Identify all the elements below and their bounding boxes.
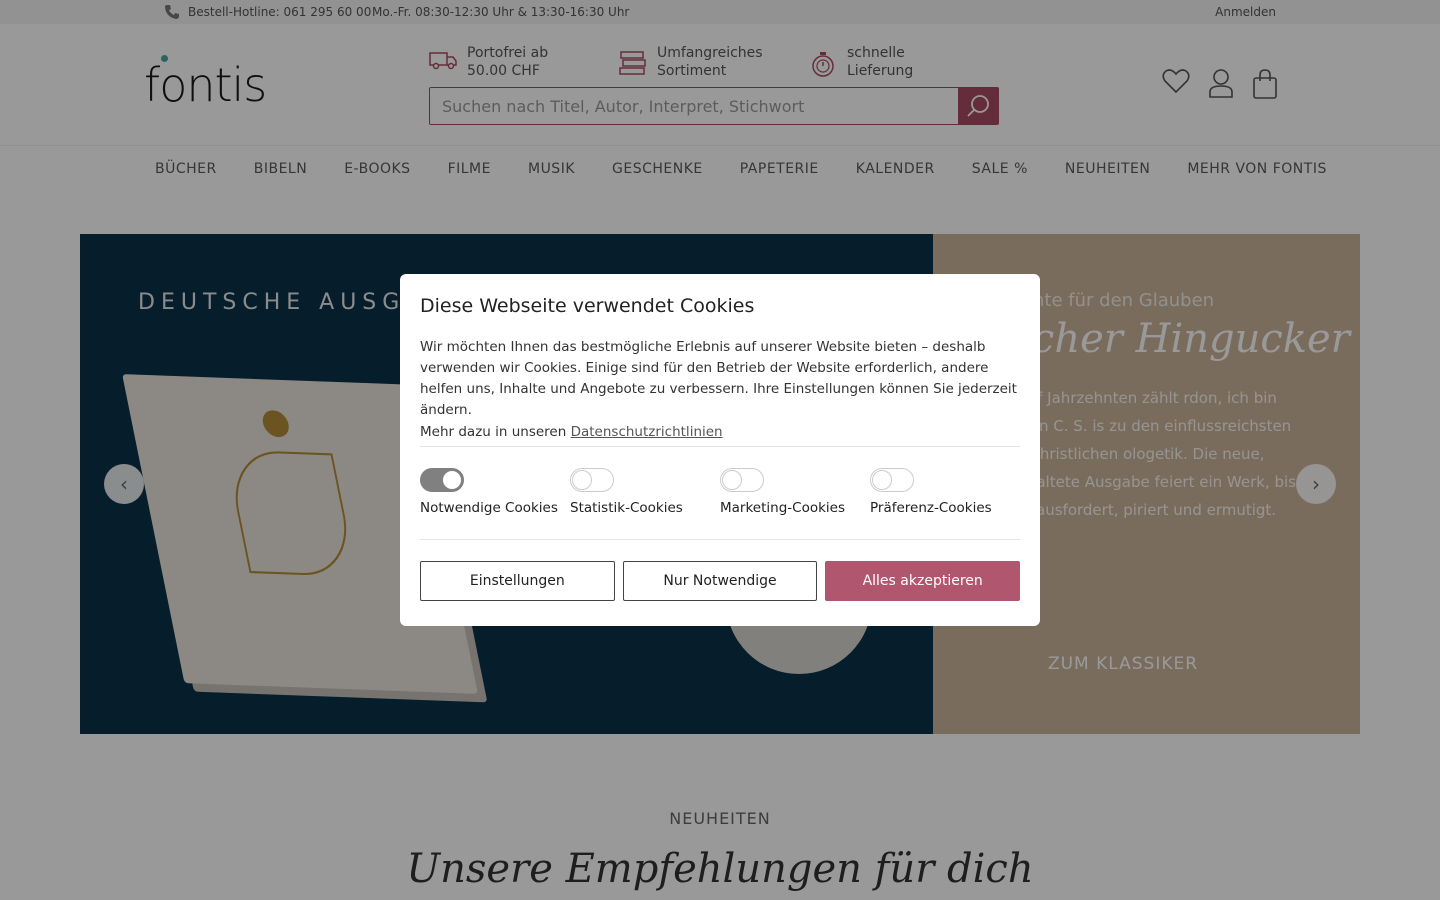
toggle-marketing: Marketing-Cookies bbox=[720, 468, 870, 516]
cookie-more: Mehr dazu in unseren Datenschutzrichtlin… bbox=[420, 424, 1020, 440]
switch-knob bbox=[442, 470, 462, 490]
switch-knob bbox=[572, 470, 592, 490]
divider bbox=[420, 446, 1020, 447]
switch-knob bbox=[722, 470, 742, 490]
cookie-buttons: Einstellungen Nur Notwendige Alles akzep… bbox=[420, 561, 1021, 601]
toggle-preferences-switch[interactable] bbox=[870, 468, 914, 492]
toggle-marketing-switch[interactable] bbox=[720, 468, 764, 492]
cookie-more-prefix: Mehr dazu in unseren bbox=[420, 424, 567, 440]
toggle-preferences-label: Präferenz-Cookies bbox=[870, 500, 992, 516]
toggle-necessary-label: Notwendige Cookies bbox=[420, 500, 558, 516]
switch-knob bbox=[872, 470, 892, 490]
cookie-dialog: Diese Webseite verwendet Cookies Wir möc… bbox=[400, 274, 1040, 626]
toggle-statistics: Statistik-Cookies bbox=[570, 468, 720, 516]
toggle-statistics-label: Statistik-Cookies bbox=[570, 500, 683, 516]
cookie-toggles: Notwendige Cookies Statistik-Cookies Mar… bbox=[420, 468, 1020, 516]
divider bbox=[420, 539, 1020, 540]
cookie-settings-button[interactable]: Einstellungen bbox=[420, 561, 615, 601]
cookie-accept-all-button[interactable]: Alles akzeptieren bbox=[825, 561, 1021, 601]
cookie-necessary-only-button[interactable]: Nur Notwendige bbox=[622, 561, 818, 601]
toggle-necessary: Notwendige Cookies bbox=[420, 468, 570, 516]
toggle-marketing-label: Marketing-Cookies bbox=[720, 500, 846, 516]
cookie-text: Wir möchten Ihnen das bestmögliche Erleb… bbox=[420, 339, 1017, 418]
privacy-policy-link[interactable]: Datenschutzrichtlinien bbox=[571, 424, 723, 440]
cookie-title: Diese Webseite verwendet Cookies bbox=[420, 295, 755, 317]
toggle-preferences: Präferenz-Cookies bbox=[870, 468, 1020, 516]
toggle-statistics-switch[interactable] bbox=[570, 468, 614, 492]
toggle-necessary-switch[interactable] bbox=[420, 468, 464, 492]
